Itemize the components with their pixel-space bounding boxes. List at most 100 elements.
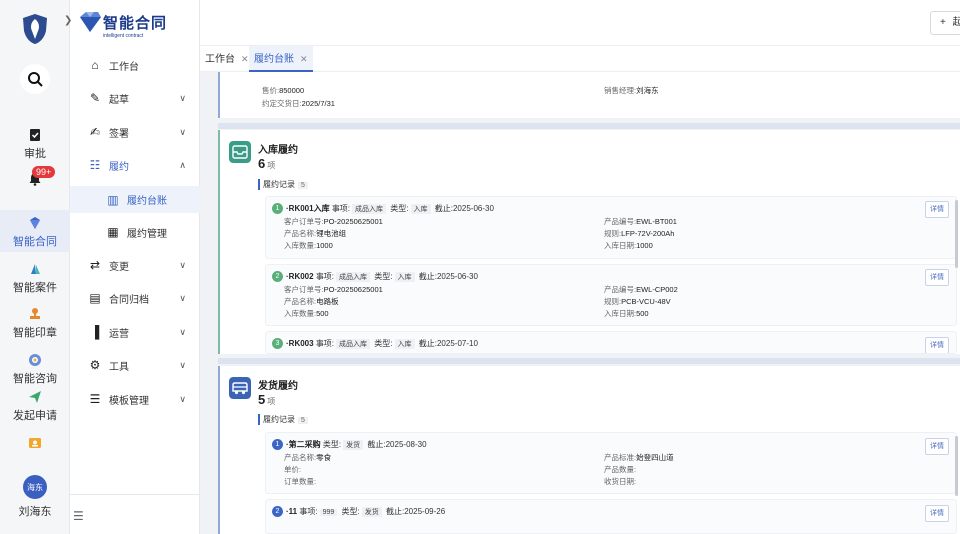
rail-smart-seal-label: 智能印章 [13, 327, 57, 339]
record-field: 客户订单号:PO-20250625001 [284, 285, 383, 294]
records-scrollbar[interactable] [955, 200, 958, 268]
nav-workbench[interactable]: ⌂ 工作台 [70, 53, 200, 77]
user-avatar[interactable]: 海东 [23, 475, 47, 499]
inbound-records-label: 履约记录 5 [258, 179, 308, 190]
perform-icon: ☷ [89, 158, 101, 172]
nav-draft-label: 起草 [109, 94, 129, 106]
nav-footer: ☰ [70, 494, 200, 534]
nav-change[interactable]: ⇄ 变更 ∨ [70, 253, 200, 277]
outbound-record: 2·11 事项: 999 类型: 发货 截止:2025-09-26 详情 [265, 499, 957, 534]
search-button[interactable] [20, 64, 50, 94]
chevron-down-icon: ∨ [179, 326, 186, 337]
inbound-title: 入库履约 [258, 145, 298, 156]
truck-icon [229, 377, 251, 399]
nav-templates-label: 模板管理 [109, 395, 149, 407]
new-button-label: 起 [952, 17, 960, 28]
chevron-up-icon: ∧ [179, 159, 186, 170]
close-icon[interactable]: ✕ [300, 54, 308, 64]
left-rail: 审批 99+ 智能合同 智能案件 智能印章 智能咨询 发起申请 海东 刘海东 [0, 0, 70, 534]
outbound-record: 1 ·第二采购 类型: 发货 截止:2025-08-30 产品名称:零食 单价: 订… [265, 432, 957, 494]
nav-perform-ledger-label: 履约台账 [127, 196, 167, 207]
stamp-icon [30, 308, 40, 319]
tab-perform-ledger[interactable]: 履约台账 ✕ [249, 46, 313, 72]
nav-sign-label: 签署 [109, 128, 129, 140]
change-icon: ⇄ [89, 258, 101, 272]
consult-icon [29, 354, 41, 366]
detail-button[interactable]: 详情 [925, 201, 949, 218]
rail-new-request[interactable]: 发起申请 [0, 390, 70, 423]
brand-title: 智能合同 [103, 15, 168, 32]
record-header: 2 ·RK002 事项: 成品入库 类型: 入库 截止:2025-06-30 [272, 271, 478, 283]
detail-button[interactable]: 详情 [925, 269, 949, 286]
nav-perform-ledger[interactable]: ▥ 履约台账 [70, 186, 200, 213]
rail-smart-case[interactable]: 智能案件 [0, 262, 70, 295]
record-field: 入库数量:1000 [284, 241, 333, 250]
template-icon: ☰ [89, 392, 101, 406]
case-icon [31, 264, 40, 274]
detail-button[interactable]: 详情 [925, 337, 949, 353]
record-field: 产品名称:零食 [284, 453, 332, 462]
expand-rail-button[interactable]: ❯ [64, 15, 76, 29]
chevron-down-icon: ∨ [179, 126, 186, 137]
rail-id-card[interactable] [0, 436, 70, 453]
section-divider [218, 123, 960, 129]
nav-archive-label: 合同归档 [109, 294, 149, 306]
rail-smart-contract[interactable]: 智能合同 [0, 210, 70, 252]
detail-button[interactable]: 详情 [925, 505, 949, 522]
new-button[interactable]: + 起 [930, 11, 960, 35]
record-field: 产品编号:EWL-CP002 [604, 285, 678, 294]
record-header: 1 ·RK001入库 事项: 成品入库 类型: 入库 截止:2025-06-30 [272, 203, 494, 215]
nav-sign[interactable]: ✍ 签署 ∨ [70, 120, 200, 144]
record-field: 产品名称:电路板 [284, 297, 339, 306]
record-field: 入库数量:500 [284, 309, 329, 318]
nav-perform[interactable]: ☷ 履约 ∧ [70, 153, 200, 177]
tab-workbench-label: 工作台 [205, 54, 235, 65]
search-icon [28, 72, 43, 87]
nav-tools[interactable]: ⚙ 工具 ∨ [70, 353, 200, 377]
tool-icon: ⚙ [89, 358, 101, 372]
nav-tools-label: 工具 [109, 361, 129, 373]
nav-draft[interactable]: ✎ 起草 ∨ [70, 86, 200, 110]
nav-operations[interactable]: ▐ 运营 ∨ [70, 320, 200, 344]
manage-icon: ▦ [107, 225, 119, 239]
username: 刘海东 [18, 506, 52, 518]
rail-approval[interactable]: 审批 [0, 128, 70, 161]
rail-notifications[interactable]: 99+ [0, 166, 70, 189]
outbound-title: 发货履约 [258, 381, 298, 392]
rail-new-request-label: 发起申请 [13, 410, 57, 422]
nav-column: ❯ 智能合同 intelligent contract ⌂ 工作台 ✎ 起草 ∨… [64, 0, 200, 534]
records-scrollbar[interactable] [955, 436, 958, 496]
nav-archive[interactable]: ▤ 合同归档 ∨ [70, 286, 200, 310]
rail-smart-seal[interactable]: 智能印章 [0, 307, 70, 340]
chevron-down-icon: ∨ [179, 359, 186, 370]
chevron-down-icon: ∨ [179, 259, 186, 270]
inbound-record: 2 ·RK002 事项: 成品入库 类型: 入库 截止:2025-06-30 客户订单… [265, 264, 957, 326]
id-card-icon [29, 438, 41, 448]
record-field: 入库日期:1000 [604, 241, 653, 250]
contract-summary-card: 售价:850000 约定交货日:2025/7/31 销售经理:刘海东 [218, 72, 960, 118]
nav-perform-manage[interactable]: ▦ 履约管理 [70, 220, 200, 244]
detail-button[interactable]: 详情 [925, 438, 949, 455]
app-shield-logo-icon[interactable] [22, 13, 48, 45]
section-divider [218, 358, 960, 364]
ledger-icon: ▥ [107, 192, 119, 207]
record-field: 规则:LFP-72V-200Ah [604, 229, 675, 238]
record-header: 2·11 事项: 999 类型: 发货 截止:2025-09-26 [272, 506, 445, 518]
rail-smart-consult[interactable]: 智能咨询 [0, 353, 70, 386]
tab-perform-ledger-label: 履约台账 [254, 54, 294, 65]
brand-subtitle: intelligent contract [103, 33, 144, 39]
brand-diamond-icon [80, 12, 101, 32]
record-field: 收货日期: [604, 477, 637, 486]
tab-workbench[interactable]: 工作台 ✕ [200, 46, 254, 72]
record-field: 单价: [284, 465, 302, 474]
nav-templates[interactable]: ☰ 模板管理 ∨ [70, 387, 200, 411]
rail-smart-case-label: 智能案件 [13, 282, 57, 294]
close-icon[interactable]: ✕ [241, 54, 249, 64]
collapse-menu-icon[interactable]: ☰ [73, 509, 84, 523]
nav-operations-label: 运营 [109, 328, 129, 340]
brand: 智能合同 intelligent contract [103, 12, 167, 39]
rail-smart-consult-label: 智能咨询 [13, 373, 57, 385]
archive-icon: ▤ [89, 291, 101, 305]
inbound-record: 1 ·RK001入库 事项: 成品入库 类型: 入库 截止:2025-06-30 客户… [265, 196, 957, 259]
chevron-down-icon: ∨ [179, 92, 186, 103]
